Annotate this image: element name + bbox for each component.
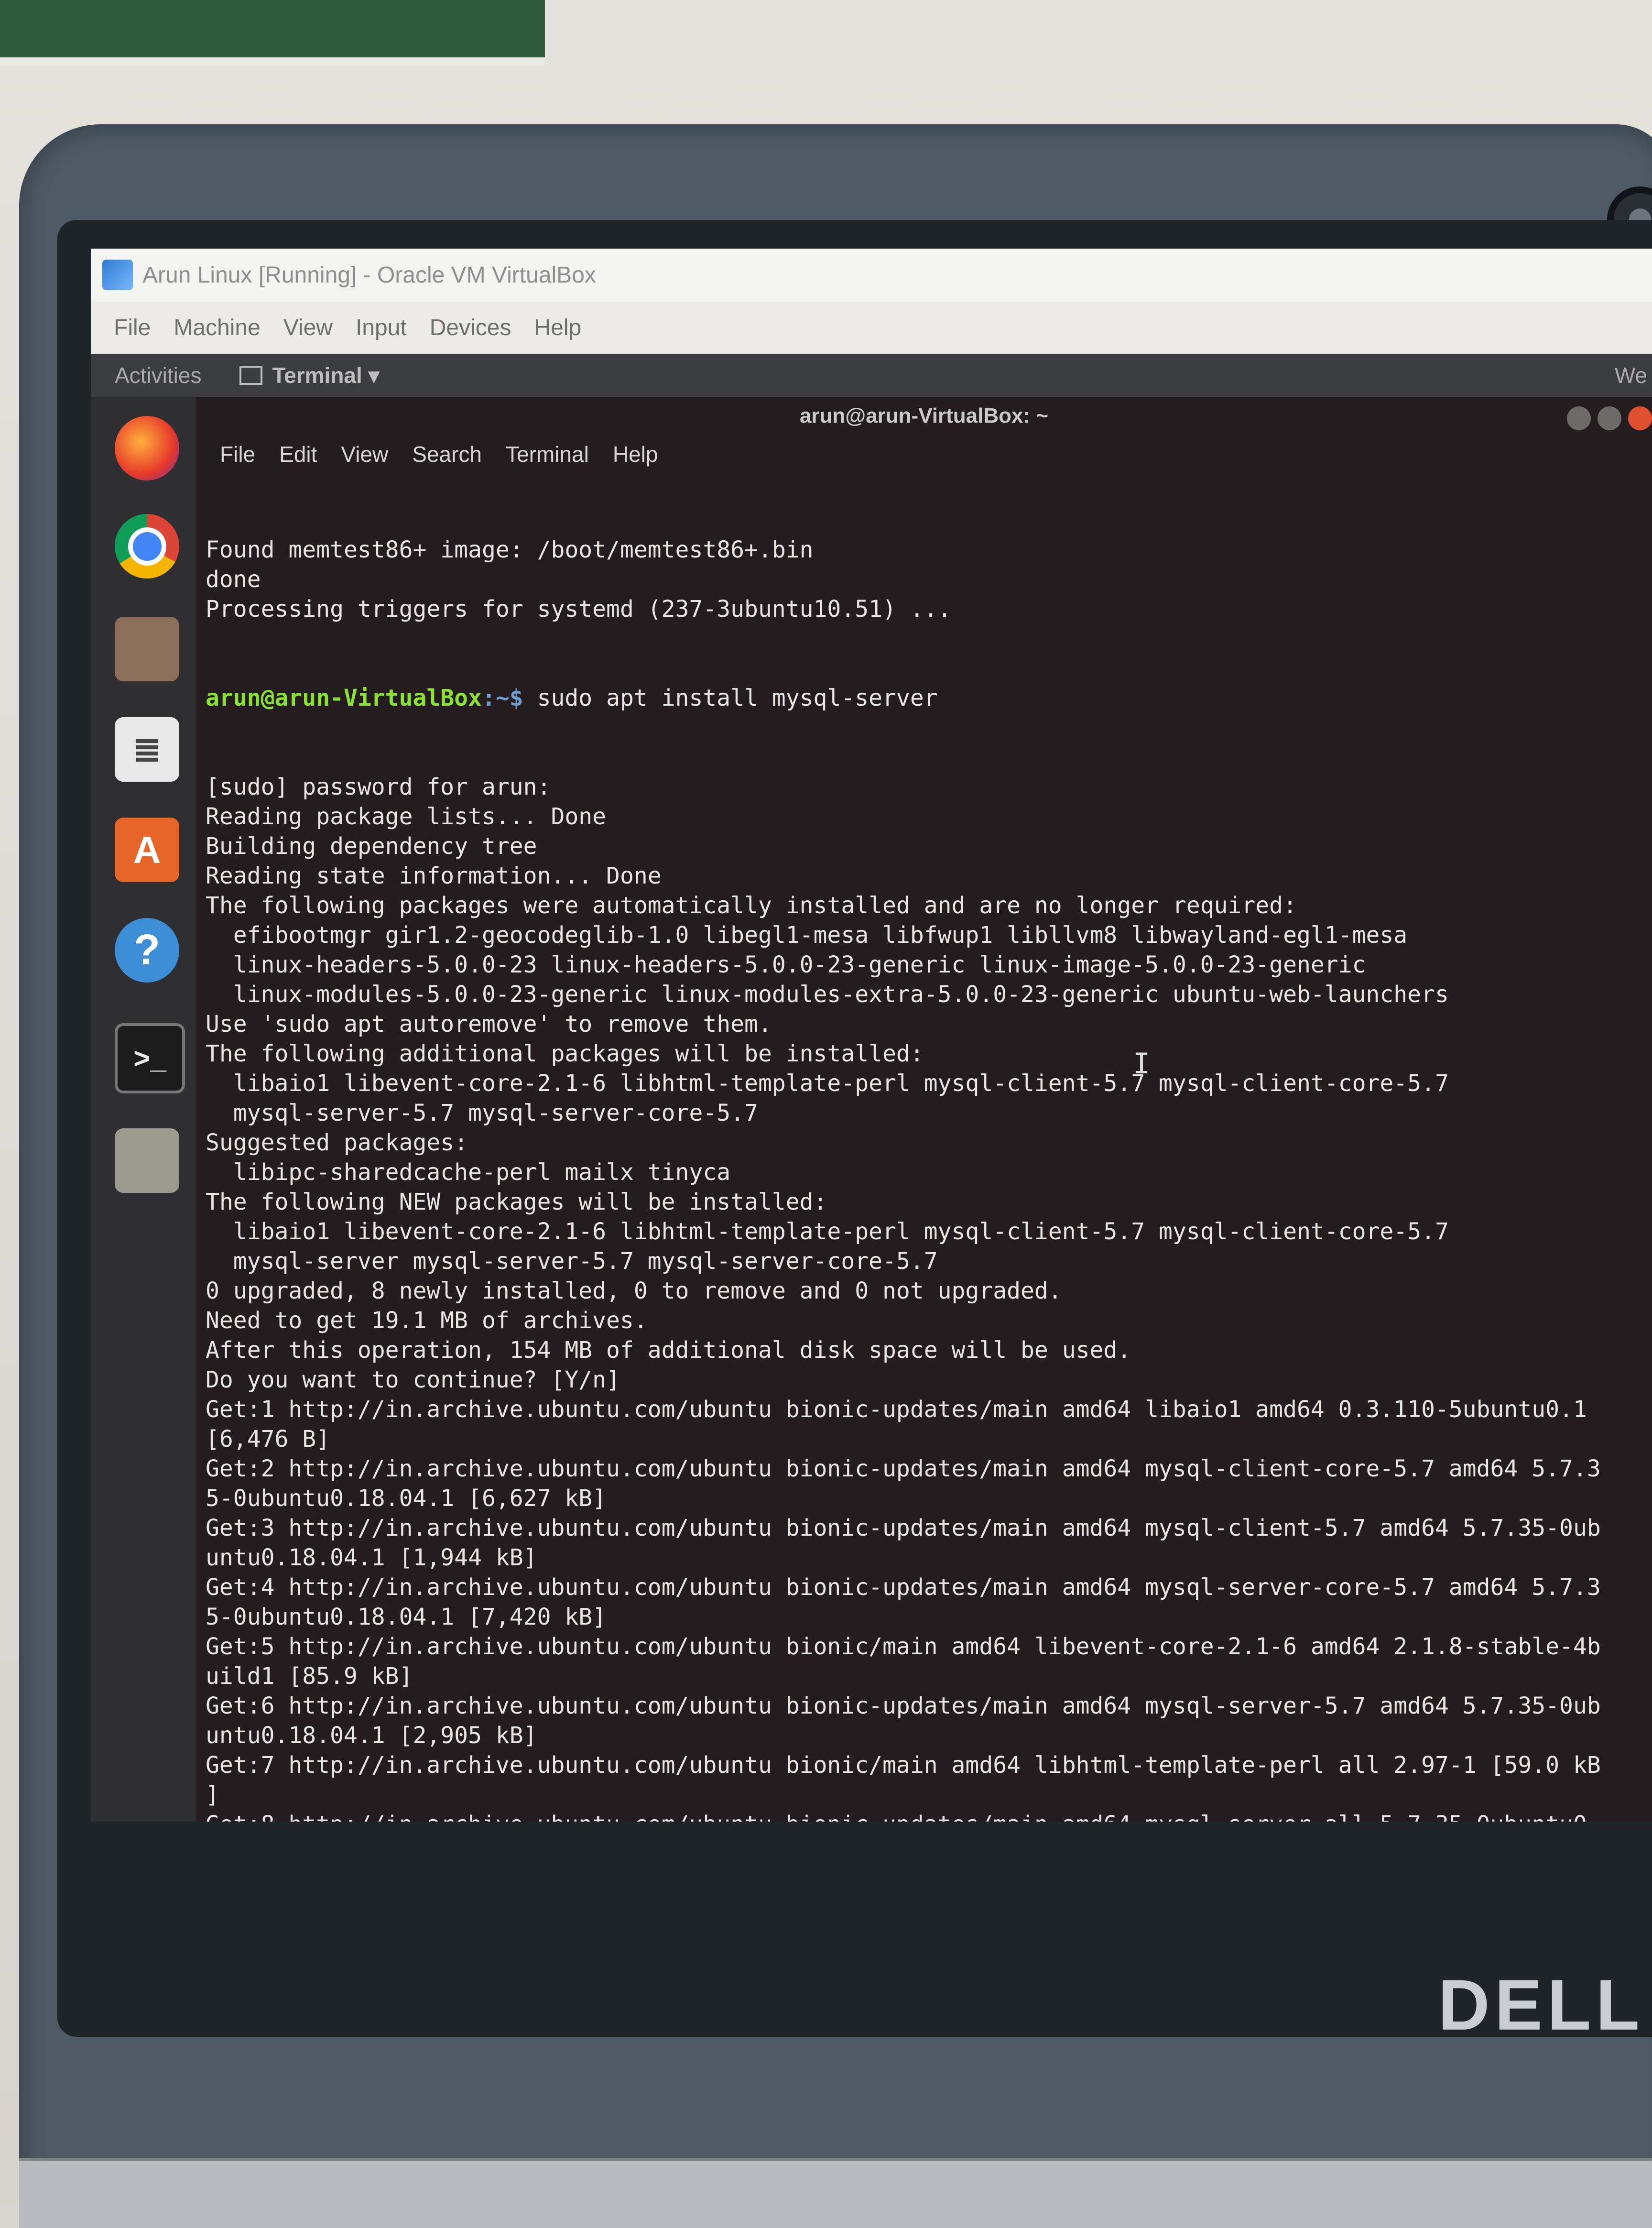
terminal-menubar: File Edit View Search Terminal Help — [196, 435, 1652, 473]
terminal-line: Building dependency tree — [206, 833, 537, 860]
terminal-line: Processing triggers for systemd (237-3ub… — [206, 596, 952, 623]
terminal-line: done — [206, 566, 261, 593]
help-icon[interactable]: ? — [115, 918, 179, 983]
mouse-cursor-icon: I — [1133, 1047, 1151, 1081]
window-controls — [1567, 406, 1652, 430]
terminal-window: arun@arun-VirtualBox: ~ File Edit View S… — [196, 397, 1652, 1822]
terminal-mini-icon — [239, 366, 263, 385]
terminal-title: arun@arun-VirtualBox: ~ — [799, 404, 1049, 427]
menu-devices[interactable]: Devices — [430, 315, 511, 341]
terminal-line: [sudo] password for arun: — [206, 774, 551, 800]
menu-file[interactable]: File — [114, 315, 151, 341]
laptop-base — [19, 2158, 1652, 2228]
terminal-line: Get:4 http://in.archive.ubuntu.com/ubunt… — [206, 1574, 1601, 1601]
terminal-line: Reading package lists... Done — [206, 803, 607, 830]
prompt-path: :~$ — [481, 685, 523, 711]
terminal-line: libipc-sharedcache-perl mailx tinyca — [206, 1159, 731, 1186]
terminal-menu-edit[interactable]: Edit — [279, 441, 317, 467]
background-object — [0, 0, 545, 66]
menu-machine[interactable]: Machine — [174, 315, 260, 341]
terminal-line: [6,476 B] — [206, 1426, 330, 1453]
chevron-down-icon: ▾ — [362, 363, 380, 388]
terminal-line: Get:5 http://in.archive.ubuntu.com/ubunt… — [206, 1633, 1601, 1660]
terminal-line: untu0.18.04.1 [1,944 kB] — [206, 1544, 537, 1571]
files-icon[interactable] — [115, 617, 179, 681]
terminal-line: Use 'sudo apt autoremove' to remove them… — [206, 1011, 772, 1038]
app-menu[interactable]: Terminal ▾ — [239, 362, 380, 388]
minimize-button[interactable] — [1567, 406, 1591, 430]
menu-view[interactable]: View — [283, 315, 333, 341]
terminal-menu-search[interactable]: Search — [412, 441, 482, 467]
app-menu-label: Terminal — [272, 363, 362, 388]
terminal-line: ] — [206, 1781, 219, 1808]
terminal-menu-help[interactable]: Help — [613, 441, 658, 467]
terminal-line: Get:8 http://in.archive.ubuntu.com/ubunt… — [206, 1810, 1649, 1822]
terminal-line: Get:3 http://in.archive.ubuntu.com/ubunt… — [206, 1515, 1601, 1541]
terminal-line: The following packages were automaticall… — [206, 892, 1297, 919]
terminal-line: uild1 [85.9 kB] — [206, 1663, 413, 1690]
terminal-line: Reading state information... Done — [206, 863, 662, 889]
terminal-menu-file[interactable]: File — [220, 441, 255, 467]
prompt-line: arun@arun-VirtualBox:~$ sudo apt install… — [206, 683, 1649, 713]
terminal-line: The following NEW packages will be insta… — [206, 1189, 827, 1215]
chrome-icon[interactable] — [115, 514, 179, 579]
brand-logo: DELL — [1438, 1965, 1644, 2045]
terminal-line: Get:6 http://in.archive.ubuntu.com/ubunt… — [206, 1693, 1601, 1719]
prompt-user: arun@arun-VirtualBox — [206, 685, 482, 711]
terminal-line: 5-0ubuntu0.18.04.1 [7,420 kB] — [206, 1604, 607, 1630]
terminal-line: Suggested packages: — [206, 1129, 468, 1156]
maximize-button[interactable] — [1598, 406, 1621, 430]
terminal-line: Get:1 http://in.archive.ubuntu.com/ubunt… — [206, 1396, 1587, 1423]
virtualbox-icon — [102, 260, 133, 290]
terminal-line: Need to get 19.1 MB of archives. — [206, 1307, 648, 1334]
terminal-line: 5-0ubuntu0.18.04.1 [6,627 kB] — [206, 1485, 607, 1512]
terminal-line: mysql-server-5.7 mysql-server-core-5.7 — [206, 1100, 758, 1126]
terminal-menu-view[interactable]: View — [341, 441, 388, 467]
gnome-top-bar: Activities Terminal ▾ We — [91, 354, 1652, 397]
clock-partial[interactable]: We — [1615, 362, 1647, 388]
activities-button[interactable]: Activities — [115, 362, 201, 388]
terminal-line: linux-modules-5.0.0-23-generic linux-mod… — [206, 981, 1449, 1008]
terminal-line: Get:7 http://in.archive.ubuntu.com/ubunt… — [206, 1752, 1601, 1779]
terminal-line: Do you want to continue? [Y/n] — [206, 1366, 620, 1393]
terminal-line: untu0.18.04.1 [2,905 kB] — [206, 1722, 537, 1749]
virtualbox-menubar: File Machine View Input Devices Help — [91, 301, 1652, 354]
virtualbox-titlebar: Arun Linux [Running] - Oracle VM Virtual… — [91, 249, 1652, 301]
command-text: sudo apt install mysql-server — [523, 685, 938, 711]
terminal-line: After this operation, 154 MB of addition… — [206, 1337, 1131, 1364]
ubuntu-dock: ≣ A ? >_ — [91, 397, 196, 1822]
terminal-menu-terminal[interactable]: Terminal — [506, 441, 589, 467]
terminal-line: libaio1 libevent-core-2.1-6 libhtml-temp… — [206, 1218, 1449, 1245]
document-viewer-icon[interactable]: ≣ — [115, 717, 179, 782]
firefox-icon[interactable] — [115, 416, 179, 481]
terminal-line: linux-headers-5.0.0-23 linux-headers-5.0… — [206, 951, 1366, 978]
terminal-line: efibootmgr gir1.2-geocodeglib-1.0 libegl… — [206, 922, 1408, 949]
terminal-icon[interactable]: >_ — [115, 1023, 185, 1093]
close-button[interactable] — [1628, 406, 1652, 430]
window-title: Arun Linux [Running] - Oracle VM Virtual… — [142, 262, 596, 288]
terminal-line: 0 upgraded, 8 newly installed, 0 to remo… — [206, 1278, 1062, 1304]
screen: Arun Linux [Running] - Oracle VM Virtual… — [91, 249, 1652, 1822]
terminal-line: Get:2 http://in.archive.ubuntu.com/ubunt… — [206, 1455, 1601, 1482]
terminal-output[interactable]: Found memtest86+ image: /boot/memtest86+… — [206, 476, 1649, 1822]
terminal-line: libaio1 libevent-core-2.1-6 libhtml-temp… — [206, 1070, 1449, 1097]
terminal-line: The following additional packages will b… — [206, 1040, 924, 1067]
software-center-icon[interactable]: A — [115, 818, 179, 882]
terminal-line: Found memtest86+ image: /boot/memtest86+… — [206, 536, 814, 563]
menu-input[interactable]: Input — [356, 315, 407, 341]
terminal-line: mysql-server mysql-server-5.7 mysql-serv… — [206, 1248, 938, 1275]
scanner-icon[interactable] — [115, 1128, 179, 1193]
menu-help[interactable]: Help — [534, 315, 581, 341]
